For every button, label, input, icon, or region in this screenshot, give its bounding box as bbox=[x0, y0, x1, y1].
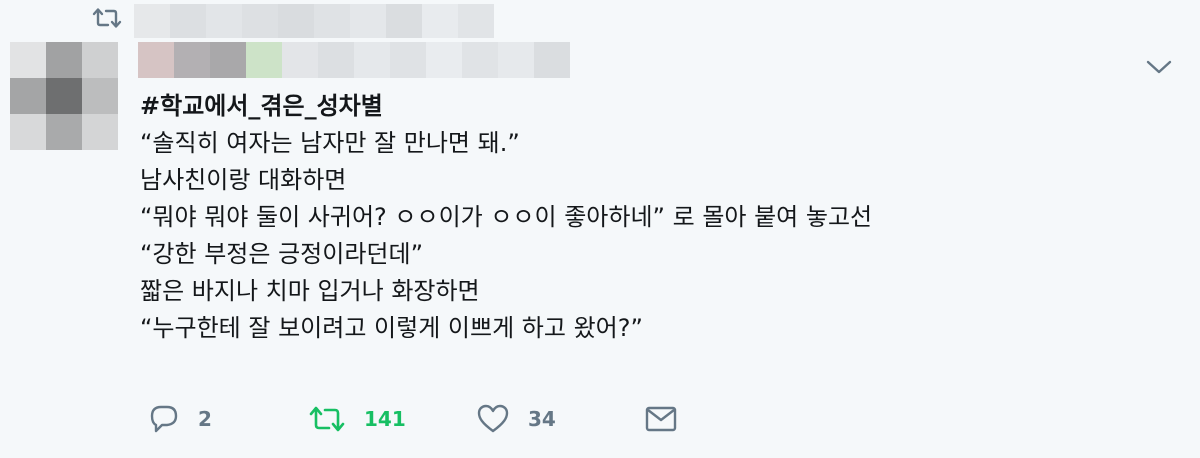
heart-icon bbox=[477, 404, 509, 433]
reply-count: 2 bbox=[198, 407, 212, 431]
avatar[interactable] bbox=[10, 42, 118, 150]
retweeter-name-pixelated bbox=[134, 4, 494, 38]
tweet-line: “뭐야 뭐야 둘이 사귀어? ㅇㅇ이가 ㅇㅇ이 좋아하네” 로 몰아 붙여 놓고… bbox=[140, 203, 873, 231]
retweet-context bbox=[92, 6, 122, 30]
chevron-down-icon[interactable] bbox=[1144, 56, 1174, 78]
reply-icon bbox=[150, 405, 178, 433]
hashtag-link[interactable]: #학교에서_겪은_성차별 bbox=[140, 92, 383, 120]
retweet-count: 141 bbox=[364, 407, 406, 431]
like-count: 34 bbox=[528, 407, 556, 431]
tweet-line: 남사친이랑 대화하면 bbox=[140, 166, 347, 194]
tweet-line: 짧은 바지나 치마 입거나 화장하면 bbox=[140, 277, 480, 305]
direct-message-button[interactable] bbox=[644, 404, 684, 434]
tweet-line: “솔직히 여자는 남자만 잘 만나면 돼.” bbox=[140, 129, 520, 157]
reply-button[interactable]: 2 bbox=[148, 403, 308, 435]
retweet-button[interactable]: 141 bbox=[308, 403, 476, 435]
like-button[interactable]: 34 bbox=[476, 403, 644, 435]
tweet-actions: 2 141 34 bbox=[148, 402, 684, 436]
envelope-icon bbox=[645, 406, 677, 432]
author-name-pixelated[interactable] bbox=[138, 42, 570, 78]
tweet-line: “누구한테 잘 보이려고 이렇게 이쁘게 하고 왔어?” bbox=[140, 314, 643, 342]
tweet-text: #학교에서_겪은_성차별 “솔직히 여자는 남자만 잘 만나면 돼.” 남사친이… bbox=[140, 88, 1160, 347]
tweet-line: “강한 부정은 긍정이라던데” bbox=[140, 240, 424, 268]
retweet-icon bbox=[92, 8, 122, 28]
retweet-icon bbox=[309, 406, 345, 432]
